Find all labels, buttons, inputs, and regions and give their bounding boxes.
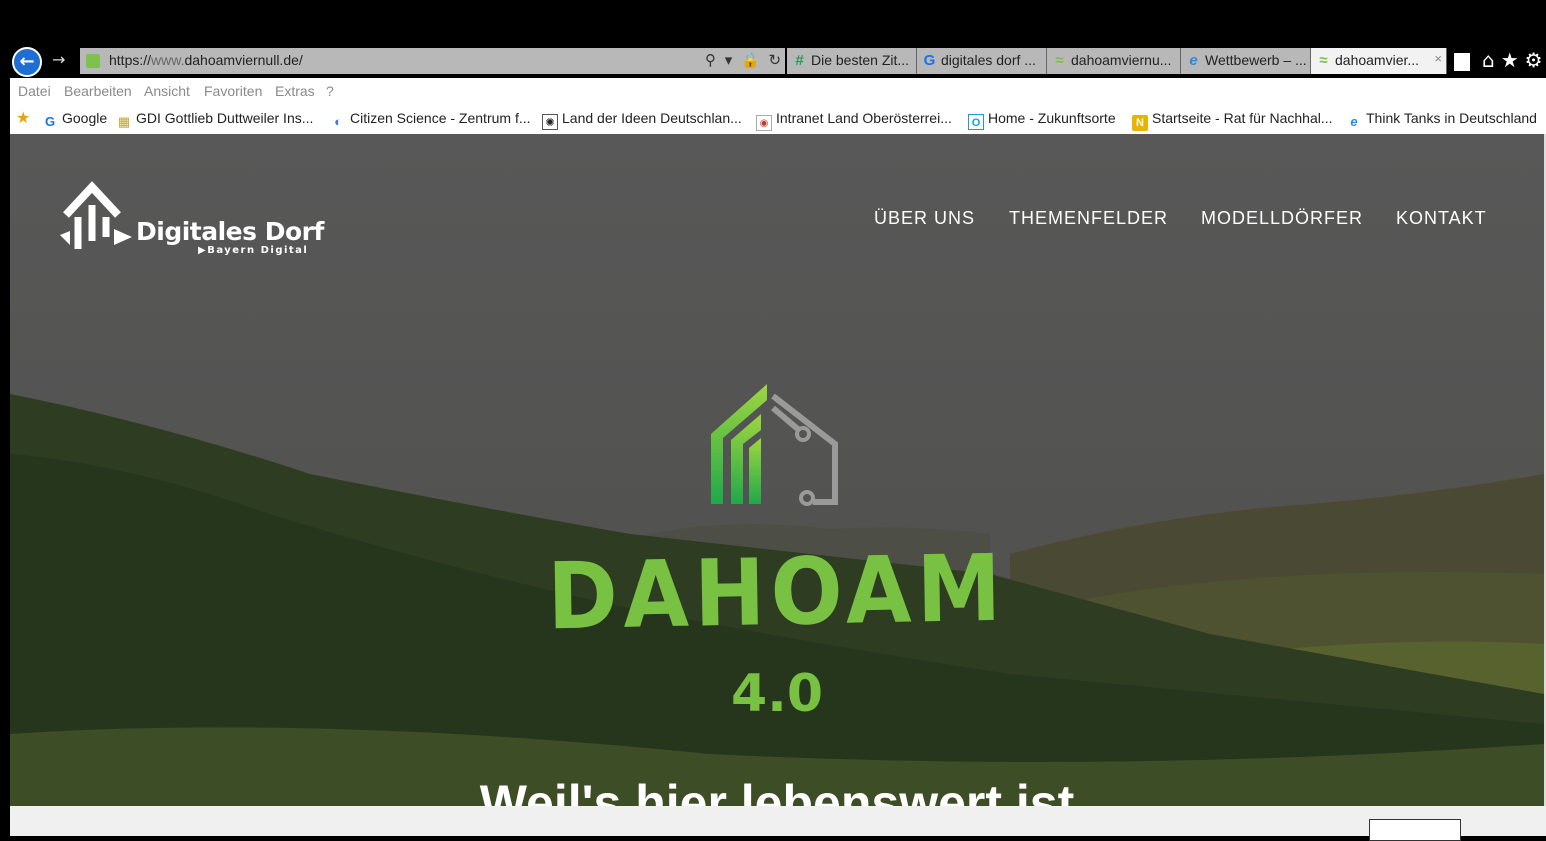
favorite-label: GDI Gottlieb Duttweiler Ins... (136, 110, 314, 126)
favorites-star-icon[interactable]: ★ (16, 108, 30, 128)
favorite-label: Intranet Land Oberösterrei... (776, 110, 952, 126)
citizen-science-icon: ◐ (334, 114, 342, 129)
site-favicon-icon: ≈ (1055, 52, 1064, 69)
google-icon: G (44, 114, 56, 129)
address-bar[interactable]: https://www.dahoamviernull.de/ ⚲ ▾ 🔒 ↻ (80, 48, 785, 74)
favorite-label: Startseite - Rat für Nachhal... (1152, 110, 1333, 126)
dahoam-house-logo-icon (711, 384, 838, 506)
tab-label: dahoamviernu... (1071, 52, 1172, 68)
favorite-label: Citizen Science - Zentrum f... (350, 110, 531, 126)
favorite-item[interactable]: ✺ Land der Ideen Deutschlan... (542, 110, 742, 130)
favorite-label: Google (62, 110, 108, 126)
menu-datei[interactable]: Datei (18, 83, 51, 99)
menu-bearbeiten[interactable]: Bearbeiten (64, 83, 132, 99)
brand-subtitle: ▶Bayern Digital (198, 245, 309, 256)
favorite-item[interactable]: O Home - Zukunftsorte (968, 110, 1116, 130)
nav-ueber-uns[interactable]: ÜBER UNS (874, 208, 975, 229)
status-bar (10, 806, 1546, 841)
url-text[interactable]: https://www.dahoamviernull.de/ (109, 52, 303, 68)
menu-favoriten[interactable]: Favoriten (204, 83, 262, 99)
hashtag-icon: # (795, 52, 804, 69)
ie-icon: e (1350, 114, 1358, 129)
tab-die-besten[interactable]: # Die besten Zit... (787, 48, 917, 74)
zoom-box[interactable] (1369, 819, 1461, 841)
home-favorites-settings-icon[interactable]: ⌂★⚙ (1482, 48, 1546, 72)
favorite-label: Think Tanks in Deutschland (1366, 110, 1537, 126)
brand-name: Digitales Dorf (136, 217, 324, 246)
address-actions-icon[interactable]: ⚲ ▾ 🔒 ↻ (705, 51, 783, 69)
new-tab-icon[interactable] (1454, 53, 1470, 71)
google-icon: G (923, 52, 936, 69)
nav-kontakt[interactable]: KONTAKT (1396, 208, 1487, 229)
site-favicon-icon: ≈ (1319, 52, 1328, 69)
site-favicon-icon (86, 54, 100, 68)
menu-help[interactable]: ? (326, 83, 334, 99)
page-hero: Digitales Dorf ▶Bayern Digital ÜBER UNS … (10, 134, 1544, 806)
menu-ansicht[interactable]: Ansicht (144, 83, 190, 99)
digitales-dorf-logo-icon (60, 181, 132, 249)
tab-label: dahoamvier... (1335, 52, 1420, 68)
nav-themenfelder[interactable]: THEMENFELDER (1009, 208, 1168, 229)
nachhaltigkeit-icon: N (1132, 115, 1148, 131)
tab-label: Wettbewerb – ... (1205, 52, 1307, 68)
tab-label: Die besten Zit... (811, 52, 910, 68)
zukunftsorte-icon: O (968, 114, 984, 130)
tab-dahoamviernull[interactable]: ≈ dahoamviernu... (1047, 48, 1181, 74)
nav-modelldoerfer[interactable]: MODELLDÖRFER (1201, 208, 1363, 229)
favorite-label: Home - Zukunftsorte (988, 110, 1116, 126)
menu-extras[interactable]: Extras (275, 83, 315, 99)
tab-digitales-dorf[interactable]: G digitales dorf ... (917, 48, 1047, 74)
favorite-item[interactable]: ◐ Citizen Science - Zentrum f... (330, 110, 531, 130)
favorites-bar: ★ G Google ▦ GDI Gottlieb Duttweiler Ins..… (10, 104, 1546, 134)
favorite-item[interactable]: e Think Tanks in Deutschland (1346, 110, 1537, 130)
back-icon[interactable]: ← (12, 47, 42, 77)
forward-icon[interactable]: → (52, 50, 65, 69)
tab-label: digitales dorf ... (941, 52, 1036, 68)
menu-bar: Datei Bearbeiten Ansicht Favoriten Extra… (10, 78, 1546, 104)
hero-version: 4.0 (730, 664, 824, 724)
favorite-item[interactable]: ◉ Intranet Land Oberösterrei... (756, 110, 952, 131)
brand-logo[interactable]: Digitales Dorf ▶Bayern Digital (58, 179, 324, 259)
window-top (0, 0, 1546, 40)
favorite-item[interactable]: G Google (42, 110, 107, 130)
tab-dahoamvier-active[interactable]: ≈ dahoamvier... × (1311, 48, 1447, 74)
gdi-icon: ▦ (117, 114, 131, 129)
favorite-label: Land der Ideen Deutschlan... (562, 110, 742, 126)
hero-tagline: Weil's hier lebenswert ist (479, 775, 1075, 806)
address-tab-bar: ← → https://www.dahoamviernull.de/ ⚲ ▾ 🔒… (10, 40, 1546, 78)
favorite-item[interactable]: N Startseite - Rat für Nachhal... (1132, 110, 1333, 131)
land-der-ideen-icon: ✺ (542, 114, 558, 130)
intranet-icon: ◉ (756, 115, 772, 131)
ie-icon: e (1189, 52, 1198, 69)
favorite-item[interactable]: ▦ GDI Gottlieb Duttweiler Ins... (116, 110, 314, 130)
close-tab-icon[interactable]: × (1434, 51, 1442, 66)
tab-wettbewerb[interactable]: e Wettbewerb – ... (1181, 48, 1311, 74)
